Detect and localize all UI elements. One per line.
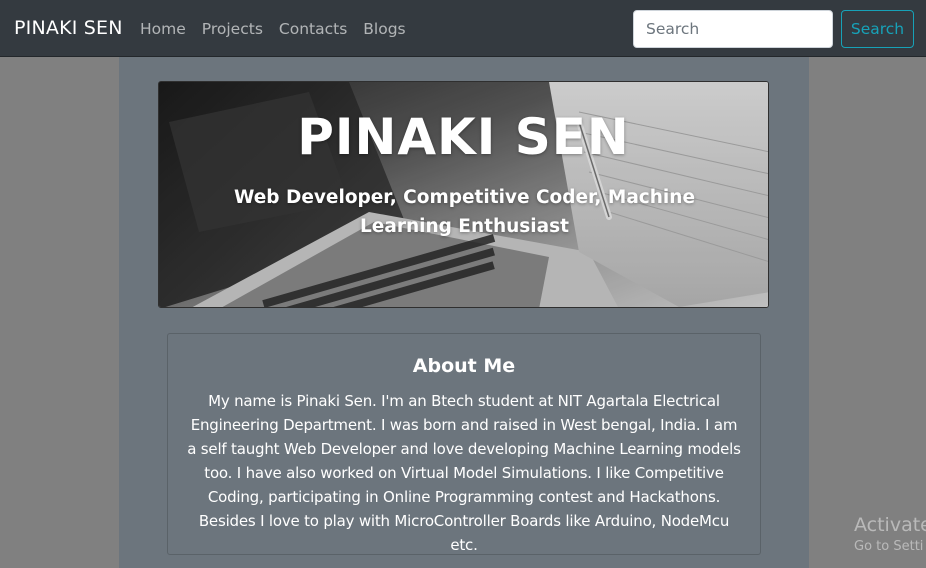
hero-subtitle: Web Developer, Competitive Coder, Machin… [233,187,695,237]
search-button[interactable]: Search [841,10,914,48]
nav-link-blogs[interactable]: Blogs [363,20,405,38]
nav-links: Home Projects Contacts Blogs [140,20,422,38]
nav-link-home[interactable]: Home [140,20,186,38]
nav-link-contacts[interactable]: Contacts [279,20,347,38]
about-card: About Me My name is Pinaki Sen. I'm an B… [167,333,761,555]
nav-link-projects[interactable]: Projects [202,20,263,38]
about-heading: About Me [412,355,516,377]
main-content: PINAKI SEN Web Developer, Competitive Co… [119,57,809,568]
hero-title: PINAKI SEN [297,108,630,166]
activation-watermark: Activate [854,514,926,536]
about-body-text: My name is Pinaki Sen. I'm an Btech stud… [187,392,741,554]
activation-watermark-subtext: Go to Setti [854,539,924,554]
search-input[interactable] [633,10,833,48]
hero-banner: PINAKI SEN Web Developer, Competitive Co… [158,81,769,308]
brand-link[interactable]: PINAKI SEN [14,17,123,39]
navbar: PINAKI SEN Home Projects Contacts Blogs … [0,0,926,57]
